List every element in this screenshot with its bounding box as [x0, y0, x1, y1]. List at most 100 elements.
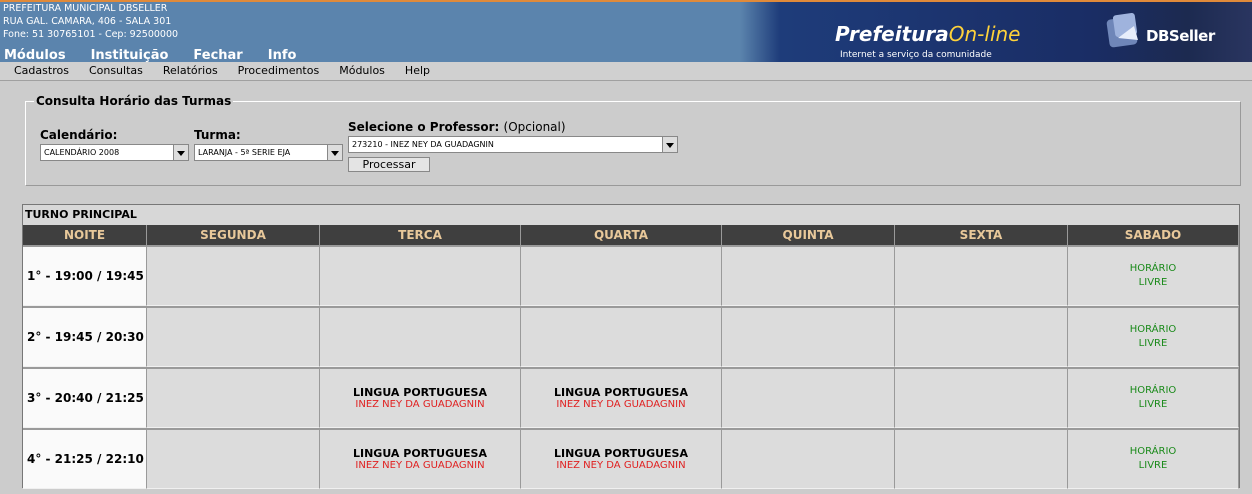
org-name: PREFEITURA MUNICIPAL DBSELLER — [3, 3, 168, 14]
free-slot-label: HORÁRIO — [1129, 385, 1177, 396]
free-slot-label: HORÁRIO — [1129, 263, 1177, 274]
schedule-header-row: NOITE SEGUNDA TERCA QUARTA QUINTA SEXTA … — [23, 225, 1239, 245]
schedule-cell — [320, 306, 521, 367]
subject-name: LINGUA PORTUGUESA — [352, 386, 487, 399]
chevron-down-icon[interactable] — [327, 145, 342, 160]
schedule-cell: LINGUA PORTUGUESA INEZ NEY DA GUADAGNIN — [521, 428, 722, 489]
teacher-name: INEZ NEY DA GUADAGNIN — [355, 399, 485, 410]
calendario-label: Calendário: — [40, 128, 118, 142]
free-slot-label: HORÁRIO — [1129, 324, 1177, 335]
schedule-cell — [895, 245, 1068, 306]
schedule-cell: HORÁRIO LIVRE — [1068, 245, 1239, 306]
schedule-cell: HORÁRIO LIVRE — [1068, 428, 1239, 489]
professor-optional: (Opcional) — [503, 120, 566, 134]
filter-legend: Consulta Horário das Turmas — [36, 94, 232, 108]
turno-title: TURNO PRINCIPAL — [25, 208, 137, 221]
dbseller-banner: DBSeller — [1090, 2, 1252, 62]
schedule-cell — [895, 306, 1068, 367]
chevron-down-icon[interactable] — [662, 137, 677, 152]
col-header-sexta: SEXTA — [895, 225, 1068, 245]
app-header: PREFEITURA MUNICIPAL DBSELLER RUA GAL. C… — [0, 2, 1252, 62]
turma-selected: LARANJA - 5ª SERIE EJA — [198, 148, 291, 157]
menu-consultas[interactable]: Consultas — [89, 62, 143, 80]
schedule-cell — [147, 367, 320, 428]
schedule-table: NOITE SEGUNDA TERCA QUARTA QUINTA SEXTA … — [23, 225, 1239, 489]
schedule-cell — [147, 245, 320, 306]
col-header-quarta: QUARTA — [521, 225, 722, 245]
teacher-name: INEZ NEY DA GUADAGNIN — [556, 399, 686, 410]
menu-cadastros[interactable]: Cadastros — [14, 62, 69, 80]
schedule-panel: TURNO PRINCIPAL NOITE SEGUNDA TERCA QUAR… — [22, 204, 1240, 489]
col-header-segunda: SEGUNDA — [147, 225, 320, 245]
top-menu-instituicao[interactable]: Instituição — [91, 48, 169, 62]
schedule-cell — [722, 428, 895, 489]
teacher-name: INEZ NEY DA GUADAGNIN — [355, 460, 485, 471]
period-time: 2° - 19:45 / 20:30 — [23, 306, 147, 367]
banner-fade — [740, 2, 780, 62]
chevron-down-icon[interactable] — [173, 145, 188, 160]
col-header-sabado: SABADO — [1068, 225, 1239, 245]
col-header-terca: TERCA — [320, 225, 521, 245]
free-slot-label: LIVRE — [1138, 399, 1168, 410]
free-slot-label: HORÁRIO — [1129, 446, 1177, 457]
calendario-select[interactable]: CALENDÁRIO 2008 — [40, 144, 189, 161]
top-menu-fechar[interactable]: Fechar — [193, 48, 242, 62]
schedule-cell — [722, 245, 895, 306]
schedule-cell — [147, 306, 320, 367]
calendario-selected: CALENDÁRIO 2008 — [44, 148, 120, 157]
schedule-cell: LINGUA PORTUGUESA INEZ NEY DA GUADAGNIN — [521, 367, 722, 428]
menu-procedimentos[interactable]: Procedimentos — [238, 62, 320, 80]
schedule-cell — [521, 306, 722, 367]
subject-name: LINGUA PORTUGUESA — [352, 447, 487, 460]
subject-name: LINGUA PORTUGUESA — [553, 386, 688, 399]
banner-title-b: On-line — [948, 22, 1021, 46]
professor-selected: 273210 - INEZ NEY DA GUADAGNIN — [352, 140, 494, 149]
subject-name: LINGUA PORTUGUESA — [553, 447, 688, 460]
turma-select[interactable]: LARANJA - 5ª SERIE EJA — [194, 144, 343, 161]
prefeitura-online-logo: PrefeituraOn-line — [835, 22, 1020, 46]
schedule-cell: HORÁRIO LIVRE — [1068, 306, 1239, 367]
col-header-noite: NOITE — [23, 225, 147, 245]
org-contact: Fone: 51 30765101 - Cep: 92500000 — [3, 29, 179, 40]
turma-label: Turma: — [194, 128, 241, 142]
col-header-quinta: QUINTA — [722, 225, 895, 245]
menu-relatorios[interactable]: Relatórios — [163, 62, 218, 80]
vendor-name: DBSeller — [1146, 27, 1215, 45]
free-slot-label: LIVRE — [1138, 338, 1168, 349]
free-slot-label: LIVRE — [1138, 277, 1168, 288]
professor-select[interactable]: 273210 - INEZ NEY DA GUADAGNIN — [348, 136, 678, 153]
org-address: RUA GAL. CAMARA, 406 - SALA 301 — [3, 16, 172, 27]
schedule-cell: HORÁRIO LIVRE — [1068, 367, 1239, 428]
menu-modulos[interactable]: Módulos — [339, 62, 385, 80]
top-menu: Módulos Instituição Fechar Info — [4, 48, 321, 62]
schedule-cell — [722, 306, 895, 367]
schedule-cell — [895, 428, 1068, 489]
main-menubar: Cadastros Consultas Relatórios Procedime… — [0, 62, 1252, 81]
prefeitura-online-banner: PrefeituraOn-line Internet a serviço da … — [780, 2, 1090, 62]
table-row: 3° - 20:40 / 21:25 LINGUA PORTUGUESA INEZ… — [23, 367, 1239, 428]
schedule-cell — [320, 245, 521, 306]
menu-help[interactable]: Help — [405, 62, 430, 80]
schedule-cell — [521, 245, 722, 306]
period-time: 1° - 19:00 / 19:45 — [23, 245, 147, 306]
table-row: 2° - 19:45 / 20:30 HORÁRIO LIVRE — [23, 306, 1239, 367]
schedule-cell — [895, 367, 1068, 428]
period-time: 3° - 20:40 / 21:25 — [23, 367, 147, 428]
table-row: 1° - 19:00 / 19:45 HORÁRIO LIVRE — [23, 245, 1239, 306]
processar-button[interactable]: Processar — [348, 157, 430, 172]
teacher-name: INEZ NEY DA GUADAGNIN — [556, 460, 686, 471]
professor-label-text: Selecione o Professor: — [348, 120, 500, 134]
top-menu-info[interactable]: Info — [268, 48, 297, 62]
schedule-cell: LINGUA PORTUGUESA INEZ NEY DA GUADAGNIN — [320, 428, 521, 489]
banner-title-a: Prefeitura — [835, 22, 949, 46]
table-row: 4° - 21:25 / 22:10 LINGUA PORTUGUESA INEZ… — [23, 428, 1239, 489]
free-slot-label: LIVRE — [1138, 460, 1168, 471]
schedule-cell — [722, 367, 895, 428]
professor-label: Selecione o Professor: (Opcional) — [348, 120, 566, 134]
schedule-cell: LINGUA PORTUGUESA INEZ NEY DA GUADAGNIN — [320, 367, 521, 428]
dbseller-logo-icon — [1106, 12, 1138, 48]
org-info: PREFEITURA MUNICIPAL DBSELLER RUA GAL. C… — [3, 2, 178, 41]
banner-subtitle: Internet a serviço da comunidade — [840, 50, 992, 60]
top-menu-modulos[interactable]: Módulos — [4, 48, 66, 62]
period-time: 4° - 21:25 / 22:10 — [23, 428, 147, 489]
